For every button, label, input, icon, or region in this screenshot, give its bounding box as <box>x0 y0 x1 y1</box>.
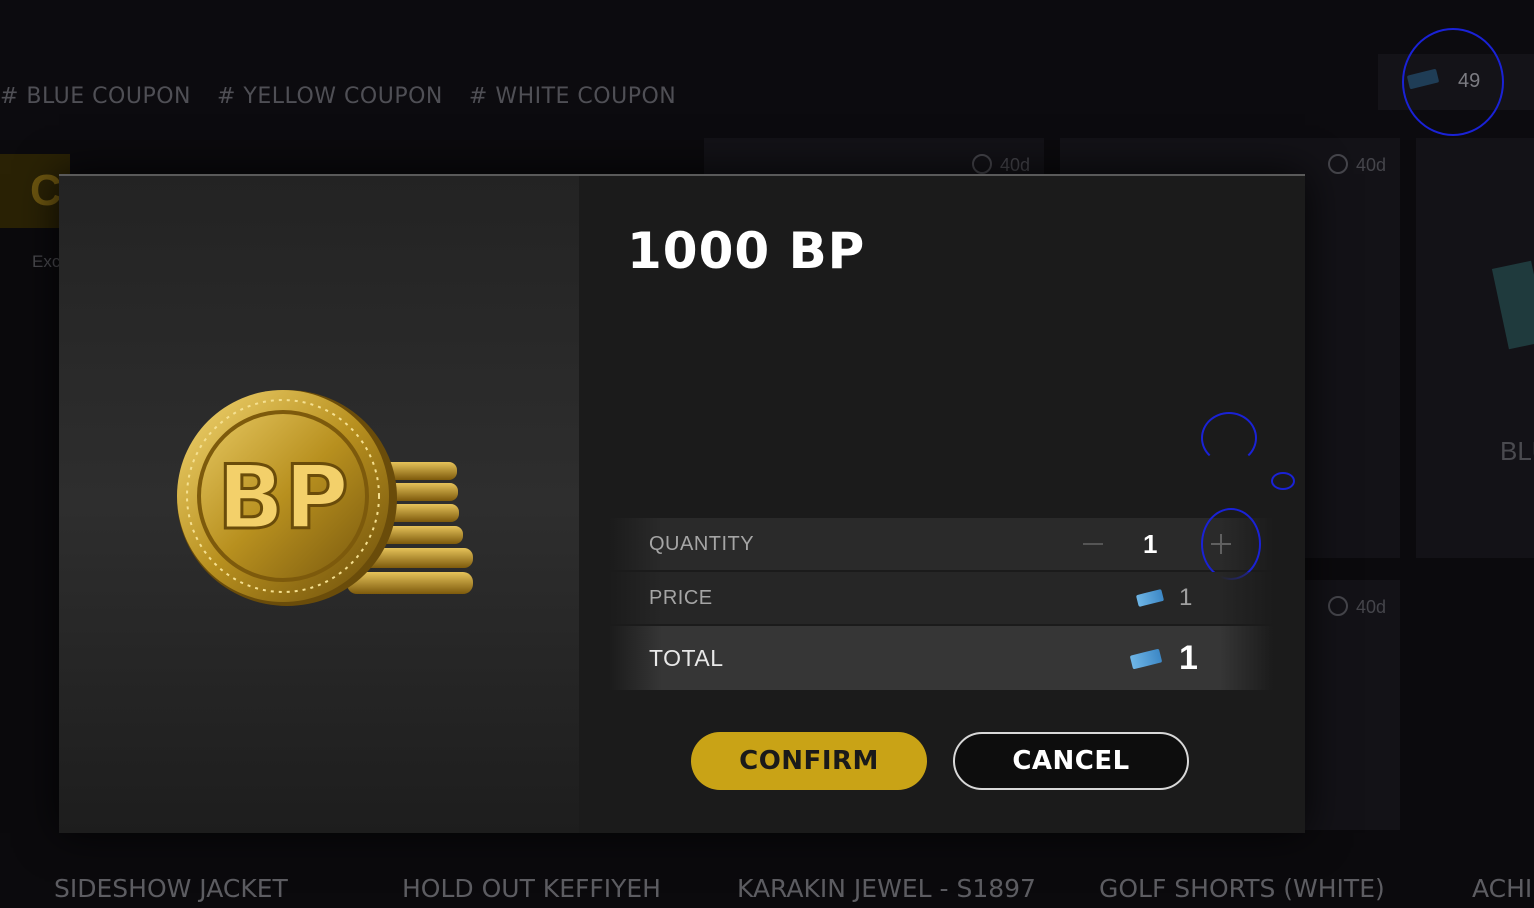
store-card[interactable] <box>1416 138 1534 558</box>
card-timer: 40d <box>972 154 1030 176</box>
banner-text: C <box>30 166 62 215</box>
price-row: PRICE 1 <box>609 572 1273 624</box>
store-header-background <box>0 0 1534 140</box>
card-timer: 40d <box>1328 596 1386 618</box>
cancel-button[interactable]: CANCEL <box>953 732 1189 790</box>
bp-coin-stack-icon: BP <box>177 390 473 606</box>
card-title[interactable]: SIDESHOW JACKET <box>54 874 288 903</box>
filter-yellow-coupon[interactable]: # YELLOW COUPON <box>217 84 443 109</box>
quantity-row: QUANTITY 1 <box>609 518 1273 570</box>
card-title[interactable]: KARAKIN JEWEL - S1897 <box>737 874 1036 903</box>
filter-blue-coupon[interactable]: # BLUE COUPON <box>0 84 191 109</box>
total-row: TOTAL 1 <box>609 626 1273 690</box>
card-timer: 40d <box>1328 154 1386 176</box>
card-title[interactable]: GOLF SHORTS (WHITE) <box>1099 874 1385 903</box>
hand-drawn-circle-annotation <box>1201 508 1261 580</box>
quantity-value: 1 <box>1143 528 1158 559</box>
item-name: 1000 BP <box>627 222 866 280</box>
card-title[interactable]: HOLD OUT KEFFIYEH <box>402 874 661 903</box>
quantity-decrease-button[interactable] <box>1081 532 1105 556</box>
filter-white-coupon[interactable]: # WHITE COUPON <box>469 84 676 109</box>
quantity-label: QUANTITY <box>649 532 755 555</box>
price-label: PRICE <box>649 586 713 609</box>
confirm-button[interactable]: CONFIRM <box>691 732 927 790</box>
total-value: 1 <box>1179 638 1198 677</box>
coupon-filter-bar: # BLUE COUPON # YELLOW COUPON # WHITE CO… <box>0 84 676 109</box>
banner-subtext: Exc <box>32 252 61 271</box>
purchase-dialog: BP 1000 BP QUANTITY 1 PRICE 1 TOTAL 1 CO… <box>59 174 1305 833</box>
card-title: BLU <box>1500 436 1534 466</box>
hand-drawn-scribble-annotation <box>1271 472 1295 490</box>
blue-coupon-icon <box>1129 648 1163 670</box>
hand-drawn-circle-annotation <box>1402 28 1504 136</box>
price-value: 1 <box>1179 584 1193 611</box>
blue-coupon-icon <box>1135 589 1165 607</box>
card-title[interactable]: ACHI <box>1472 874 1532 903</box>
bp-coin-label: BP <box>217 446 349 549</box>
total-label: TOTAL <box>649 644 724 671</box>
hand-drawn-scribble-annotation <box>1201 412 1257 464</box>
item-preview-panel: BP <box>59 176 579 833</box>
purchase-details-panel: 1000 BP QUANTITY 1 PRICE 1 TOTAL 1 CONFI… <box>579 176 1305 833</box>
